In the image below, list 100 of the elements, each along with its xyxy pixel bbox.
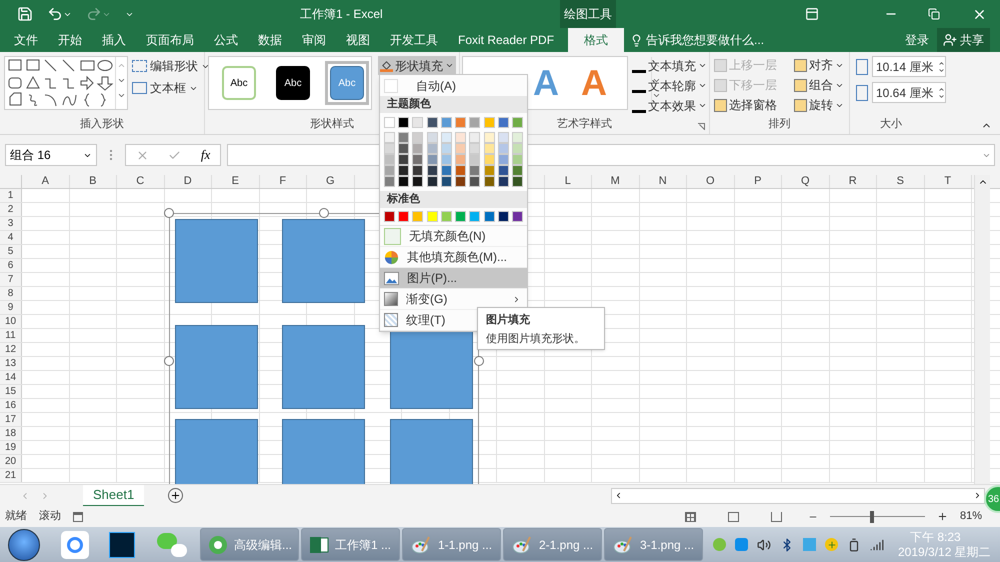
column-header[interactable]: G [326, 175, 335, 190]
resize-handle[interactable] [474, 356, 484, 366]
chat-app-icon[interactable] [157, 532, 187, 556]
color-swatch[interactable] [512, 132, 523, 143]
color-swatch[interactable] [498, 165, 509, 176]
ribbon-tab[interactable]: 格式 [568, 28, 624, 52]
color-swatch[interactable] [412, 132, 424, 143]
ribbon-button[interactable]: 选择窗格 [714, 95, 794, 115]
ribbon-display-icon[interactable] [805, 7, 819, 21]
color-swatch[interactable] [484, 117, 495, 128]
vertical-scrollbar[interactable] [974, 175, 990, 484]
ribbon-tab[interactable]: 数据 [248, 28, 292, 52]
ribbon-button[interactable]: 文本框 [132, 79, 210, 97]
column-header[interactable]: P [754, 175, 762, 190]
zoom-in-icon[interactable] [936, 511, 948, 522]
cancel-icon[interactable] [136, 148, 149, 162]
color-swatch[interactable] [455, 176, 466, 187]
ribbon-button[interactable]: 对齐 [794, 55, 854, 75]
ribbon-tab[interactable]: 审阅 [292, 28, 336, 52]
column-header[interactable]: Q [800, 175, 810, 190]
color-swatch[interactable] [484, 154, 495, 165]
color-swatch[interactable] [426, 143, 438, 154]
menu-item[interactable]: 自动(A) [416, 76, 456, 94]
scroll-up-icon[interactable] [652, 61, 661, 70]
scroll-left-icon[interactable] [614, 491, 623, 500]
column-header[interactable]: A [42, 175, 49, 190]
color-swatch[interactable] [426, 165, 438, 176]
color-swatch[interactable] [384, 154, 395, 165]
signal-icon[interactable] [870, 538, 884, 552]
color-swatch[interactable] [498, 211, 509, 222]
color-swatch[interactable] [455, 165, 466, 176]
color-swatch[interactable] [426, 117, 438, 128]
dialog-launcher-icon[interactable] [698, 123, 705, 130]
restore-icon[interactable] [928, 8, 940, 20]
color-swatch[interactable] [412, 165, 424, 176]
scroll-right-icon[interactable] [973, 491, 982, 500]
color-swatch[interactable] [440, 165, 452, 176]
color-swatch[interactable] [440, 176, 452, 187]
height-field[interactable]: 10.14 厘米 [872, 56, 946, 77]
color-swatch[interactable] [498, 154, 509, 165]
horizontal-scrollbar[interactable] [611, 488, 985, 504]
color-swatch[interactable] [384, 117, 395, 128]
column-header[interactable]: F [279, 175, 286, 190]
color-swatch[interactable] [440, 211, 452, 222]
spinner-icon[interactable] [938, 86, 945, 100]
color-swatch[interactable] [455, 132, 466, 143]
color-swatch[interactable] [512, 117, 523, 128]
enter-icon[interactable] [168, 148, 182, 162]
color-swatch[interactable] [469, 165, 480, 176]
spinner-icon[interactable] [938, 60, 945, 74]
color-swatch[interactable] [412, 176, 424, 187]
ribbon-button[interactable]: 文本效果 [632, 97, 707, 114]
tell-me-field[interactable]: 告诉我您想要做什么... [630, 28, 764, 52]
plus-tray-icon[interactable] [825, 538, 838, 551]
menu-item[interactable]: 图片(P)... [380, 268, 527, 289]
color-swatch[interactable] [484, 211, 495, 222]
column-header[interactable]: O [706, 175, 715, 190]
color-swatch[interactable] [412, 154, 424, 165]
color-swatch[interactable] [498, 117, 509, 128]
color-swatch[interactable] [469, 154, 480, 165]
battery-icon[interactable] [847, 538, 861, 552]
column-header[interactable]: T [944, 175, 952, 190]
color-swatch[interactable] [384, 176, 395, 187]
column-header[interactable]: D [184, 175, 192, 190]
sheet-tab[interactable]: Sheet1 [83, 484, 144, 506]
color-swatch[interactable] [398, 176, 410, 187]
normal-view-icon[interactable] [684, 512, 696, 522]
color-swatch[interactable] [512, 154, 523, 165]
name-box[interactable]: 组合 16 [5, 144, 97, 166]
volume-icon[interactable] [757, 538, 771, 552]
resize-handle[interactable] [164, 356, 174, 366]
shape-fill-button[interactable]: 形状填充 [378, 56, 456, 75]
macro-record-icon[interactable] [73, 512, 83, 522]
color-swatch[interactable] [384, 143, 395, 154]
color-swatch[interactable] [412, 117, 424, 128]
column-header[interactable]: S [896, 175, 904, 190]
color-swatch[interactable] [426, 132, 438, 143]
resize-handle[interactable] [319, 208, 329, 218]
column-header[interactable]: R [848, 175, 857, 190]
color-swatch[interactable] [398, 154, 410, 165]
page-layout-icon[interactable] [728, 512, 739, 522]
redo-icon[interactable] [86, 6, 102, 22]
color-swatch[interactable] [484, 143, 495, 154]
save-icon[interactable] [17, 6, 33, 22]
color-swatch[interactable] [512, 211, 523, 222]
insert-function-button[interactable]: fx [200, 145, 210, 165]
column-header[interactable]: N [658, 175, 667, 190]
color-swatch[interactable] [412, 211, 424, 222]
ribbon-button[interactable]: 文本填充 [632, 57, 707, 74]
color-swatch[interactable] [469, 176, 480, 187]
ribbon-tab[interactable]: 插入 [92, 28, 136, 52]
color-swatch[interactable] [484, 132, 495, 143]
more-icon[interactable] [117, 91, 126, 100]
color-swatch[interactable] [426, 211, 438, 222]
color-swatch[interactable] [498, 176, 509, 187]
color-swatch[interactable] [484, 176, 495, 187]
color-swatch[interactable] [398, 132, 410, 143]
photo-editor-icon[interactable] [109, 532, 135, 558]
color-swatch[interactable] [412, 143, 424, 154]
color-swatch[interactable] [440, 154, 452, 165]
